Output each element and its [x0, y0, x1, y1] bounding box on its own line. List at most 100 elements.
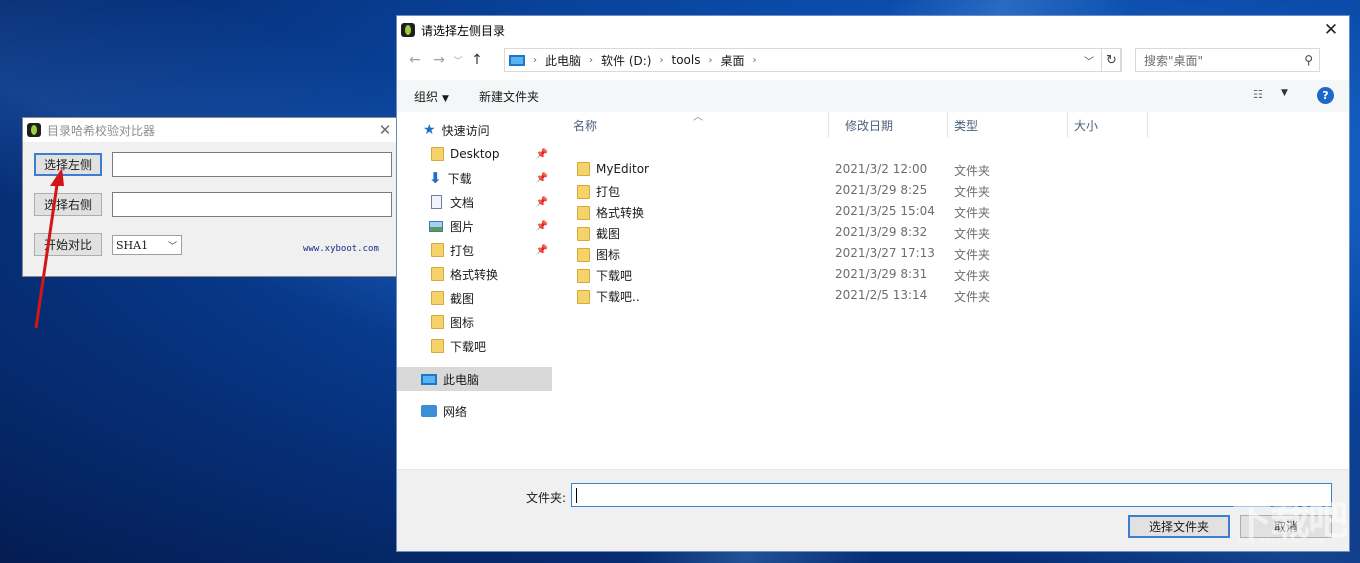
file-name: 图标 [596, 248, 621, 262]
search-placeholder: 搜索"桌面" [1144, 53, 1204, 68]
tree-item-downloads[interactable]: ⬇ 下载 📌 [397, 166, 552, 190]
tree-label: 截图 [450, 291, 475, 306]
tree-label: 文档 [450, 195, 475, 210]
select-folder-dialog: 请选择左侧目录 ✕ ← → ﹀ ↑ › 此电脑 › 软件 (D:) › tool… [396, 15, 1350, 552]
tree-item-documents[interactable]: 文档 📌 [397, 190, 552, 214]
tree-network[interactable]: 网络 [397, 399, 552, 423]
file-date: 2021/3/29 8:25 [835, 183, 928, 197]
file-row[interactable]: MyEditor 2021/3/2 12:00 文件夹 [567, 159, 1147, 180]
dialog-close-icon[interactable]: ✕ [1313, 20, 1349, 40]
folder-icon [431, 147, 444, 161]
back-arrow-icon[interactable]: ← [403, 52, 427, 68]
column-header-type[interactable]: 类型 [948, 112, 1068, 138]
pin-icon: 📌 [535, 244, 548, 256]
dialog-logo-icon [401, 23, 415, 37]
file-name: MyEditor [596, 162, 649, 176]
search-input[interactable]: 搜索"桌面" ⚲ [1135, 48, 1320, 72]
column-header-date[interactable]: 修改日期 [829, 112, 948, 138]
dialog-title: 请选择左侧目录 [421, 23, 506, 38]
folder-name-input[interactable] [571, 483, 1332, 507]
file-name: 截图 [596, 227, 621, 241]
organize-label: 组织 [414, 89, 439, 104]
file-row[interactable]: 打包 2021/3/29 8:25 文件夹 [567, 180, 1147, 201]
folder-label: 文件夹: [526, 491, 567, 505]
tree-item-screenshot[interactable]: 截图 [397, 286, 552, 310]
tree-label: 图片 [450, 219, 475, 234]
folder-icon [431, 339, 444, 353]
tree-quick-access[interactable]: ★ 快速访问 [397, 118, 552, 142]
recent-chevron-icon[interactable]: ﹀ [451, 54, 465, 67]
file-date: 2021/3/29 8:32 [835, 225, 928, 239]
file-name: 格式转换 [596, 206, 645, 220]
file-list: ︿ 名称 修改日期 类型 大小 MyEditor 2021/3/2 12:00 … [557, 112, 1349, 467]
view-caret-icon[interactable]: ▼ [1281, 88, 1288, 98]
file-row[interactable]: 格式转换 2021/3/25 15:04 文件夹 [567, 201, 1147, 222]
folder-icon [431, 243, 444, 257]
tree-this-pc[interactable]: 此电脑 [397, 367, 552, 391]
select-folder-button[interactable]: 选择文件夹 [1128, 515, 1230, 538]
folder-icon [577, 247, 590, 262]
search-icon: ⚲ [1304, 53, 1313, 67]
file-date: 2021/3/29 8:31 [835, 267, 928, 281]
breadcrumb-item[interactable]: 此电脑 [545, 52, 581, 69]
crumb-separator: › [708, 54, 713, 66]
crumb-separator: › [589, 54, 594, 66]
tree-label: Desktop [450, 147, 500, 161]
file-date: 2021/3/25 15:04 [835, 204, 935, 218]
file-type: 文件夹 [954, 206, 991, 220]
file-type: 文件夹 [954, 227, 991, 241]
up-arrow-icon[interactable]: ↑ [465, 52, 489, 68]
column-header-name[interactable]: 名称 [557, 112, 829, 138]
file-type: 文件夹 [954, 185, 991, 199]
view-options-icon[interactable]: ☷ [1253, 88, 1269, 102]
watermark-url: www.xiazaiba.com [1238, 536, 1325, 546]
folder-icon [577, 226, 590, 241]
file-type: 文件夹 [954, 164, 991, 178]
help-icon[interactable]: ? [1317, 87, 1334, 104]
tree-item-xiazaiba[interactable]: 下载吧 [397, 334, 552, 358]
tree-item-dabao[interactable]: 打包 📌 [397, 238, 552, 262]
tree-item-desktop[interactable]: Desktop 📌 [397, 142, 552, 166]
tree-label: 此电脑 [443, 372, 480, 387]
forward-arrow-icon[interactable]: → [427, 52, 451, 68]
dialog-toolbar: 组织 ▼ 新建文件夹 ☷ ▼ ? [397, 80, 1349, 112]
breadcrumb-item[interactable]: 软件 (D:) [601, 52, 651, 69]
star-icon: ★ [423, 122, 436, 138]
pin-icon: 📌 [535, 220, 548, 232]
file-row[interactable]: 截图 2021/3/29 8:32 文件夹 [567, 222, 1147, 243]
address-dropdown-icon[interactable]: ﹀ [1084, 53, 1094, 68]
tree-item-format[interactable]: 格式转换 [397, 262, 552, 286]
refresh-icon[interactable]: ↻ [1101, 48, 1122, 72]
tree-label: 格式转换 [450, 267, 499, 282]
breadcrumb-item[interactable]: tools [671, 53, 700, 67]
breadcrumb-item[interactable]: 桌面 [720, 52, 744, 69]
address-bar[interactable]: › 此电脑 › 软件 (D:) › tools › 桌面 › ﹀ [504, 48, 1121, 72]
document-icon [431, 195, 442, 209]
new-folder-button[interactable]: 新建文件夹 [479, 88, 539, 105]
dialog-footer: 文件夹: 选择文件夹 取消 [397, 469, 1349, 551]
file-row[interactable]: 图标 2021/3/27 17:13 文件夹 [567, 243, 1147, 264]
tree-item-icons[interactable]: 图标 [397, 310, 552, 334]
column-header-size[interactable]: 大小 [1068, 112, 1148, 138]
folder-icon [577, 184, 590, 199]
folder-icon [577, 268, 590, 283]
tree-item-pictures[interactable]: 图片 📌 [397, 214, 552, 238]
computer-icon [421, 373, 437, 385]
tree-label: 图标 [450, 315, 475, 330]
navigation-pane: ★ 快速访问 Desktop 📌 ⬇ 下载 📌 文档 📌 图片 📌 打包 📌 格… [397, 116, 553, 466]
folder-icon [431, 291, 444, 305]
crumb-separator: › [752, 54, 757, 66]
file-date: 2021/3/2 12:00 [835, 162, 928, 176]
folder-icon [431, 315, 444, 329]
tree-label: 快速访问 [441, 123, 490, 138]
file-row[interactable]: 下载吧.. 2021/2/5 13:14 文件夹 [567, 285, 1147, 306]
file-date: 2021/3/27 17:13 [835, 246, 935, 260]
organize-button[interactable]: 组织 ▼ [414, 88, 449, 105]
network-icon [421, 405, 437, 417]
text-cursor [576, 488, 577, 503]
crumb-separator: › [533, 54, 537, 66]
tree-label: 打包 [450, 243, 475, 258]
file-row[interactable]: 下载吧 2021/3/29 8:31 文件夹 [567, 264, 1147, 285]
this-pc-icon [509, 54, 525, 66]
crumb-separator: › [659, 54, 664, 66]
